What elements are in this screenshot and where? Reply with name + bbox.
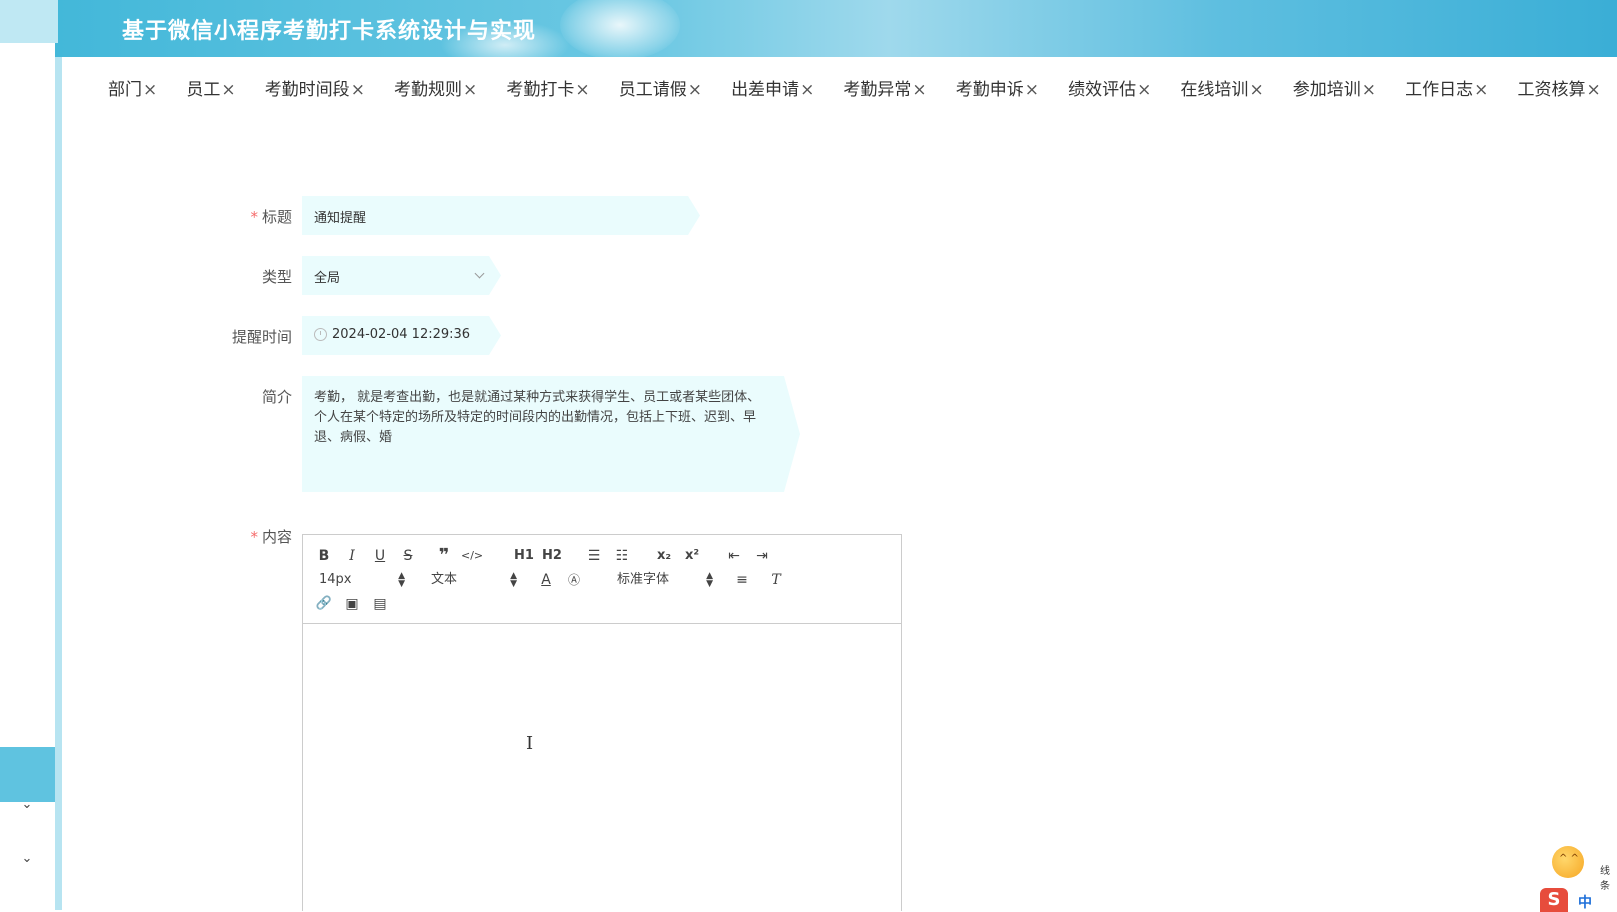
superscript-button[interactable]: x² [681, 545, 703, 567]
tab-attendance-rules[interactable]: 考勤规则× [394, 78, 477, 102]
image-icon[interactable]: ▣ [341, 593, 363, 615]
reminder-time-label: 提醒时间 [231, 328, 292, 346]
close-icon[interactable]: × [221, 80, 235, 100]
tab-salary[interactable]: 工资核算× [1517, 78, 1600, 102]
rich-text-editor: B I U S ❞ </> H1 H2 ☰ ☷ x₂ x² ⇤ ⇥ 14px ▲ ▼… [302, 534, 902, 911]
subscript-button[interactable]: x₂ [653, 545, 675, 567]
type-select[interactable]: 全局 [302, 256, 501, 295]
type-label: 类型 [261, 268, 292, 286]
close-icon[interactable]: × [1249, 80, 1263, 100]
header-select[interactable]: 文本 ▲ ▼ [431, 569, 517, 591]
strikethrough-button[interactable]: S [397, 545, 419, 567]
underline-button[interactable]: U [369, 545, 391, 567]
chevron-down-icon[interactable]: ⌄ [19, 851, 35, 867]
tab-performance[interactable]: 绩效评估× [1068, 78, 1151, 102]
app-title: 基于微信小程序考勤打卡系统设计与实现 [122, 19, 537, 44]
logo-block [0, 0, 58, 43]
close-icon[interactable]: × [688, 80, 702, 100]
bold-button[interactable]: B [313, 545, 335, 567]
updown-icon: ▲ ▼ [706, 571, 713, 589]
indent-icon[interactable]: ⇥ [751, 545, 773, 567]
close-icon[interactable]: × [351, 80, 365, 100]
ordered-list-icon[interactable]: ☰ [583, 545, 605, 567]
font-size-select[interactable]: 14px ▲ ▼ [319, 569, 405, 591]
required-mark: * [250, 528, 258, 546]
background-color-button[interactable]: Ⓐ [563, 569, 585, 591]
font-family-select[interactable]: 标准字体 ▲ ▼ [617, 569, 713, 591]
required-mark: * [250, 208, 258, 226]
italic-button[interactable]: I [341, 545, 363, 567]
header-cloud-decoration [560, 0, 680, 57]
tab-join-training[interactable]: 参加培训× [1293, 78, 1376, 102]
clock-icon [314, 328, 327, 341]
close-icon[interactable]: × [1137, 80, 1151, 100]
close-icon[interactable]: × [800, 80, 814, 100]
close-icon[interactable]: × [1474, 80, 1488, 100]
tab-online-training[interactable]: 在线培训× [1180, 78, 1263, 102]
heading1-button[interactable]: H1 [511, 545, 537, 567]
close-icon[interactable]: × [1025, 80, 1039, 100]
tab-attendance-period[interactable]: 考勤时间段× [265, 78, 365, 102]
outdent-icon[interactable]: ⇤ [723, 545, 745, 567]
chevron-down-icon[interactable]: ⌄ [19, 797, 35, 813]
text-cursor-icon: I [526, 733, 534, 754]
sidebar-divider [55, 57, 62, 910]
sogou-logo-icon: S [1540, 888, 1568, 912]
reminder-time-picker[interactable]: 2024-02-04 12:29:36 [302, 316, 501, 355]
title-label: * 标题 [250, 208, 292, 226]
app-header: 基于微信小程序考勤打卡系统设计与实现 [0, 0, 1617, 57]
sun-mascot-icon [1552, 846, 1584, 878]
close-icon[interactable]: × [912, 80, 926, 100]
tab-department[interactable]: 部门× [108, 78, 157, 102]
tab-employee[interactable]: 员工× [186, 78, 235, 102]
close-icon[interactable]: × [143, 80, 157, 100]
text-color-button[interactable]: A [535, 569, 557, 591]
tab-clock-in[interactable]: 考勤打卡× [506, 78, 589, 102]
sidebar-active-item[interactable] [0, 747, 55, 802]
clear-format-button[interactable]: T [765, 569, 787, 591]
content-label: * 内容 [250, 528, 292, 546]
editor-toolbar: B I U S ❞ </> H1 H2 ☰ ☷ x₂ x² ⇤ ⇥ 14px ▲ ▼… [303, 535, 901, 624]
tab-leave[interactable]: 员工请假× [619, 78, 702, 102]
close-icon[interactable]: × [1586, 80, 1600, 100]
sidebar: ⌄ ⌄ [0, 43, 55, 910]
tab-attendance-exception[interactable]: 考勤异常× [843, 78, 926, 102]
video-icon[interactable]: ▤ [369, 593, 391, 615]
tab-business-trip[interactable]: 出差申请× [731, 78, 814, 102]
tab-attendance-appeal[interactable]: 考勤申诉× [956, 78, 1039, 102]
updown-icon: ▲ ▼ [510, 571, 517, 589]
heading2-button[interactable]: H2 [539, 545, 565, 567]
intro-label: 简介 [261, 388, 292, 406]
intro-textarea[interactable]: 考勤， 就是考查出勤，也是就通过某种方式来获得学生、员工或者某些团体、个人在某个… [302, 376, 800, 492]
close-icon[interactable]: × [1362, 80, 1376, 100]
updown-icon: ▲ ▼ [398, 571, 405, 589]
tab-work-log[interactable]: 工作日志× [1405, 78, 1488, 102]
link-icon[interactable]: 🔗 [313, 593, 335, 615]
close-icon[interactable]: × [575, 80, 589, 100]
title-input[interactable]: 通知提醒 [302, 196, 700, 235]
code-block-button[interactable]: </> [461, 545, 483, 567]
chevron-down-icon [475, 269, 485, 279]
tab-bar: 部门× 员工× 考勤时间段× 考勤规则× 考勤打卡× 员工请假× 出差申请× 考… [108, 78, 1617, 102]
bullet-list-icon[interactable]: ☷ [611, 545, 633, 567]
blockquote-button[interactable]: ❞ [433, 545, 455, 567]
close-icon[interactable]: × [463, 80, 477, 100]
align-icon[interactable]: ≡ [731, 569, 753, 591]
